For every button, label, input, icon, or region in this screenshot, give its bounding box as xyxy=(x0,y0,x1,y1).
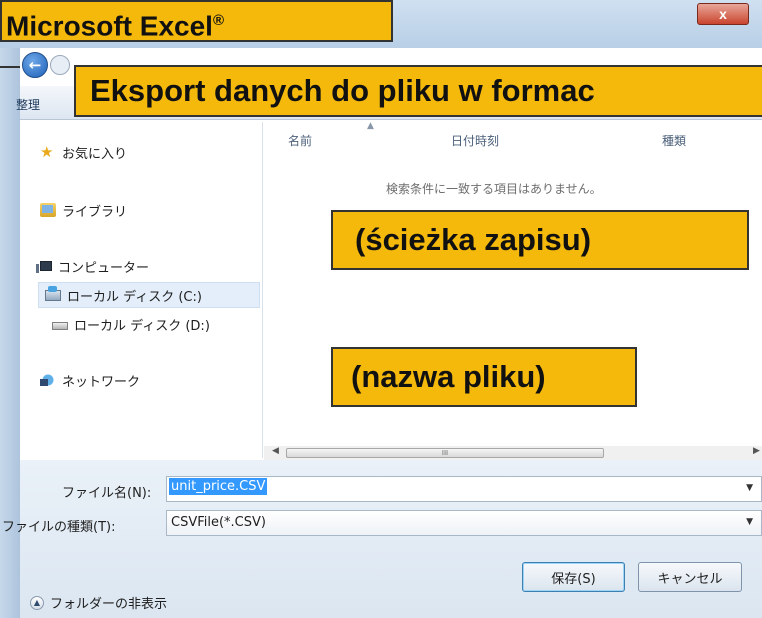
back-button[interactable]: ← xyxy=(22,52,48,78)
nav-item-libraries[interactable]: ライブラリ xyxy=(40,197,127,223)
network-icon xyxy=(40,373,56,387)
sort-up-icon: ▲ xyxy=(367,121,374,131)
export-caption: Eksport danych do pliku w formac xyxy=(90,73,595,108)
drive-c-icon xyxy=(45,285,61,301)
forward-button[interactable] xyxy=(50,55,70,75)
horizontal-scrollbar[interactable]: ◀ III ▶ xyxy=(264,446,762,460)
filetype-label: ファイルの種類(T): xyxy=(2,520,116,535)
app-name: Microsoft Excel xyxy=(6,10,213,42)
nav-item-drive-c[interactable]: ローカル ディスク (C:) xyxy=(38,282,260,308)
nav-item-label: お気に入り xyxy=(62,146,128,162)
app-title-annotation: Microsoft Excel® xyxy=(0,0,393,42)
nav-item-drive-d[interactable]: ローカル ディスク (D:) xyxy=(52,311,210,337)
filetype-select[interactable]: CSVFile(*.CSV) ▼ xyxy=(166,510,762,536)
scroll-left-icon[interactable]: ◀ xyxy=(272,446,279,456)
path-caption-annotation: (ścieżka zapisu) xyxy=(331,210,749,270)
filename-caption: (nazwa pliku) xyxy=(351,359,546,394)
export-caption-annotation: Eksport danych do pliku w formac xyxy=(74,65,762,117)
filename-value: unit_price.CSV xyxy=(169,478,268,495)
chevron-down-icon[interactable]: ▼ xyxy=(746,483,753,493)
scroll-right-icon[interactable]: ▶ xyxy=(753,446,760,456)
filename-label: ファイル名(N): xyxy=(62,486,152,501)
path-caption: (ścieżka zapisu) xyxy=(355,222,592,257)
chevron-down-icon: ▼ xyxy=(746,517,753,527)
computer-icon xyxy=(36,261,52,273)
save-button-label: 保存(S) xyxy=(551,571,596,587)
nav-item-label: コンピューター xyxy=(58,260,150,276)
nav-item-label: ネットワーク xyxy=(62,374,141,390)
nav-item-label: ライブラリ xyxy=(62,204,128,220)
nav-item-computer[interactable]: コンピューター xyxy=(36,253,150,279)
nav-item-favorites[interactable]: ★ お気に入り xyxy=(40,139,127,165)
nav-item-network[interactable]: ネットワーク xyxy=(40,367,140,393)
grip-icon: III xyxy=(441,449,449,457)
library-icon xyxy=(40,203,56,217)
registered-mark: ® xyxy=(212,12,225,29)
drive-d-icon xyxy=(52,322,68,330)
organize-button[interactable]: 整理 xyxy=(16,96,40,113)
cancel-button-label: キャンセル xyxy=(657,571,723,587)
filename-field[interactable]: unit_price.CSV ▼ xyxy=(166,476,762,502)
hide-folders-toggle[interactable]: ▲ フォルダーの非表示 xyxy=(30,593,167,612)
hide-folders-label: フォルダーの非表示 xyxy=(50,597,168,612)
arrow-left-icon: ← xyxy=(28,56,42,74)
cancel-button[interactable]: キャンセル xyxy=(638,562,742,592)
close-icon: x xyxy=(719,6,727,22)
nav-item-label: ローカル ディスク (C:) xyxy=(67,289,202,305)
scroll-thumb[interactable]: III xyxy=(286,448,604,458)
empty-message: 検索条件に一致する項目はありません。 xyxy=(386,182,602,196)
chevron-up-icon: ▲ xyxy=(30,595,44,610)
column-header-type[interactable]: 種類 xyxy=(662,132,686,149)
pane-splitter[interactable] xyxy=(262,122,263,458)
column-header-name[interactable]: 名前 xyxy=(288,132,312,149)
nav-item-label: ローカル ディスク (D:) xyxy=(74,318,210,334)
filetype-value: CSVFile(*.CSV) xyxy=(171,515,266,530)
save-button[interactable]: 保存(S) xyxy=(522,562,625,592)
column-header-date[interactable]: 日付時刻 xyxy=(451,132,499,149)
close-button[interactable]: x xyxy=(697,3,749,25)
frame-divider xyxy=(0,66,20,68)
star-icon: ★ xyxy=(40,143,54,161)
filename-caption-annotation: (nazwa pliku) xyxy=(331,347,637,407)
